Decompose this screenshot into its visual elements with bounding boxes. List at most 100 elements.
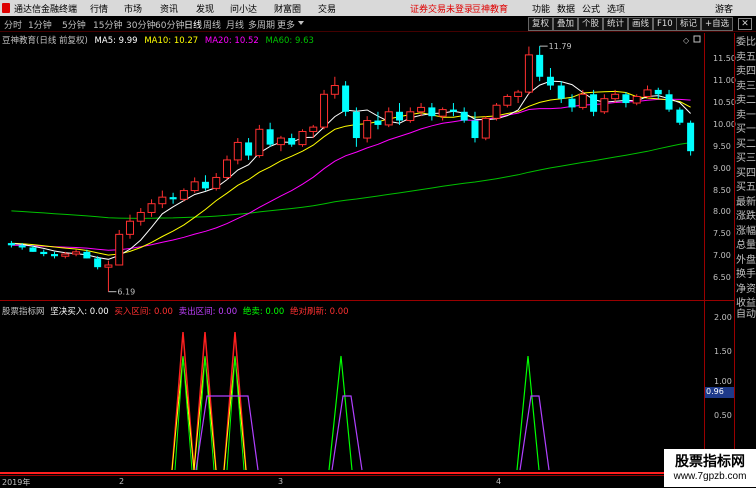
sub-tick: 1.00 xyxy=(714,377,732,386)
tab-monthly[interactable]: 月线 xyxy=(226,18,244,31)
tab-1min[interactable]: 1分钟 xyxy=(28,18,52,31)
period-tab-bar: 分时 1分钟 5分钟 15分钟 30分钟 60分钟 日线 周线 月线 多周期 更… xyxy=(0,16,756,32)
trade-login-alert[interactable]: 证券交易未登录 xyxy=(410,2,473,15)
menu-faxian[interactable]: 发现 xyxy=(196,2,214,15)
indicator-cursor-marker: 0.96 xyxy=(705,387,735,398)
quote-label: 最新 xyxy=(736,196,756,208)
price-tick: 10.00 xyxy=(713,119,736,129)
candle-body xyxy=(115,233,124,266)
quote-label: 卖五 xyxy=(736,51,756,63)
candle-body xyxy=(363,120,372,139)
price-tick: 8.50 xyxy=(713,185,731,195)
candle-body xyxy=(568,98,576,108)
watermark-title: 股票指标网 xyxy=(675,454,745,470)
candlestick-chart[interactable]: 11.79 6.19 ◇ xyxy=(0,33,704,300)
tab-15min[interactable]: 15分钟 xyxy=(93,18,122,31)
menu-jiaoyi[interactable]: 交易 xyxy=(318,2,336,15)
candle-body xyxy=(654,89,662,95)
candle-body xyxy=(546,76,554,86)
menu-wenxiaoda[interactable]: 问小达 xyxy=(230,2,257,15)
candle-body xyxy=(406,111,415,122)
sub-tick: 2.00 xyxy=(714,313,732,322)
quote-label: 卖二 xyxy=(736,95,756,106)
quote-label: 买一 xyxy=(736,124,756,135)
tab-weekly[interactable]: 周线 xyxy=(203,18,221,31)
candle-body xyxy=(18,245,26,248)
diamond-icon: ◇ xyxy=(683,36,690,45)
quote-label: 卖一 xyxy=(736,109,756,121)
quote-label: 总量 xyxy=(736,240,756,251)
tab-30min[interactable]: 30分钟 xyxy=(126,18,155,31)
date-label: 4 xyxy=(496,477,502,486)
tab-fenshi[interactable]: 分时 xyxy=(4,18,22,31)
tab-multi-period[interactable]: 多周期 xyxy=(248,18,275,31)
quote-label: 换手 xyxy=(736,269,756,280)
ma20-line xyxy=(11,98,691,251)
price-tick: 7.50 xyxy=(713,229,731,239)
candle-body xyxy=(7,243,15,246)
candle-body xyxy=(201,181,209,189)
candle-body xyxy=(223,159,232,178)
candle-body xyxy=(94,258,102,268)
candle-body xyxy=(590,94,598,112)
menu-caifuquan[interactable]: 财富圈 xyxy=(274,2,301,15)
candle-body xyxy=(72,251,81,255)
indicator-chart[interactable] xyxy=(0,312,704,475)
menu-hangqing[interactable]: 行情 xyxy=(90,2,108,15)
price-axis: 11.50 11.00 10.50 10.00 9.50 9.00 8.50 8.00 7.50… xyxy=(704,33,736,300)
watermark-url: www.7gpzb.com xyxy=(673,471,747,482)
menu-shuju[interactable]: 数据 xyxy=(557,2,575,15)
btn-tongji[interactable]: 统计 xyxy=(603,17,629,31)
tab-60min[interactable]: 60分钟 xyxy=(155,18,184,31)
quote-label: 卖四 xyxy=(736,66,756,77)
close-icon[interactable]: ✕ xyxy=(738,18,752,30)
price-tick: 9.50 xyxy=(713,141,731,151)
candle-body xyxy=(298,130,307,146)
menu-gongshi[interactable]: 公式 xyxy=(582,2,600,15)
menu-zixun[interactable]: 资讯 xyxy=(160,2,178,15)
candle-body xyxy=(417,106,426,113)
guest-label[interactable]: 游客 xyxy=(715,2,733,15)
maximize-icon xyxy=(693,35,701,43)
candle-body xyxy=(61,253,70,257)
btn-fuquan[interactable]: 复权 xyxy=(528,17,554,31)
btn-add-watchlist[interactable]: +自选 xyxy=(701,17,734,31)
btn-f10[interactable]: F10 xyxy=(653,17,677,31)
menu-xuanxiang[interactable]: 选项 xyxy=(607,2,625,15)
btn-diejia[interactable]: 叠加 xyxy=(553,17,579,31)
candle-body xyxy=(233,141,242,161)
quote-label: 买三 xyxy=(736,153,756,164)
auto-toggle[interactable]: 自动 xyxy=(736,309,756,321)
candle-body xyxy=(309,126,318,132)
candle-body xyxy=(503,95,512,106)
candle-body xyxy=(536,54,544,77)
tab-more[interactable]: 更多 xyxy=(277,18,295,31)
price-tick: 9.00 xyxy=(713,163,731,173)
tab-5min[interactable]: 5分钟 xyxy=(62,18,86,31)
candle-body xyxy=(352,111,360,139)
candle-body xyxy=(276,137,285,146)
more-dropdown-icon[interactable] xyxy=(298,21,304,25)
btn-huaxian[interactable]: 画线 xyxy=(628,17,654,31)
candle-body xyxy=(632,95,641,104)
menu-gongneng[interactable]: 功能 xyxy=(532,2,550,15)
sell-zone-2 xyxy=(331,395,363,471)
btn-biaoji[interactable]: 标记 xyxy=(676,17,702,31)
btn-gegu[interactable]: 个股 xyxy=(578,17,604,31)
candle-body xyxy=(396,111,404,121)
ma10-line xyxy=(11,90,691,256)
candle-body xyxy=(169,197,177,200)
candle-body xyxy=(179,190,188,200)
watermark: 股票指标网 www.7gpzb.com xyxy=(664,449,756,487)
quote-label: 买二 xyxy=(736,138,756,150)
candle-body xyxy=(481,117,490,139)
quote-label: 涨幅 xyxy=(736,225,756,237)
quote-label: 涨跌 xyxy=(736,211,756,222)
stock-name-brand: 豆神教育 xyxy=(472,5,509,15)
quote-panel: 委比 卖五 卖四 卖三 卖二 卖一 买一 买二 买三 买四 买五 最新 涨跌 涨幅 总量 外盘 换手 净资 收益 自动 xyxy=(734,33,756,475)
candle-body xyxy=(266,129,274,145)
menu-shichang[interactable]: 市场 xyxy=(124,2,142,15)
candle-body xyxy=(245,142,253,156)
tab-daily[interactable]: 日线 xyxy=(184,18,202,31)
candle-body xyxy=(492,104,501,119)
